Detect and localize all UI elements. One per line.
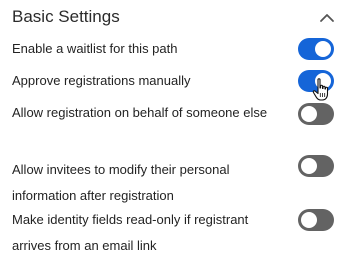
- setting-label-waitlist: Enable a waitlist for this path: [12, 41, 178, 56]
- toggle-knob: [301, 212, 317, 228]
- section-header: Basic Settings: [12, 6, 338, 30]
- section-title: Basic Settings: [12, 7, 120, 26]
- setting-label-identity-readonly: Make identity fields read-only if regist…: [12, 212, 249, 253]
- chevron-up-icon: [320, 14, 334, 22]
- setting-row-waitlist: Enable a waitlist for this path: [12, 36, 338, 62]
- setting-row-modify-info: Allow invitees to modify their personal …: [12, 155, 338, 209]
- basic-settings-panel: Basic Settings Enable a waitlist for thi…: [0, 0, 345, 259]
- setting-label-modify-info: Allow invitees to modify their personal …: [12, 162, 230, 203]
- approve-manually-toggle[interactable]: [298, 70, 334, 92]
- toggle-knob: [301, 106, 317, 122]
- setting-label-on-behalf: Allow registration on behalf of someone …: [12, 105, 268, 120]
- identity-readonly-toggle[interactable]: [298, 209, 334, 231]
- waitlist-toggle[interactable]: [298, 38, 334, 60]
- modify-info-toggle[interactable]: [298, 155, 334, 177]
- collapse-button[interactable]: [316, 7, 338, 29]
- setting-row-approve-manually: Approve registrations manually: [12, 68, 338, 94]
- toggle-knob: [315, 41, 331, 57]
- setting-row-identity-readonly: Make identity fields read-only if regist…: [12, 207, 338, 259]
- setting-row-on-behalf: Allow registration on behalf of someone …: [12, 100, 338, 152]
- setting-label-approve-manually: Approve registrations manually: [12, 73, 191, 88]
- toggle-knob: [301, 158, 317, 174]
- on-behalf-toggle[interactable]: [298, 103, 334, 125]
- toggle-knob: [315, 73, 331, 89]
